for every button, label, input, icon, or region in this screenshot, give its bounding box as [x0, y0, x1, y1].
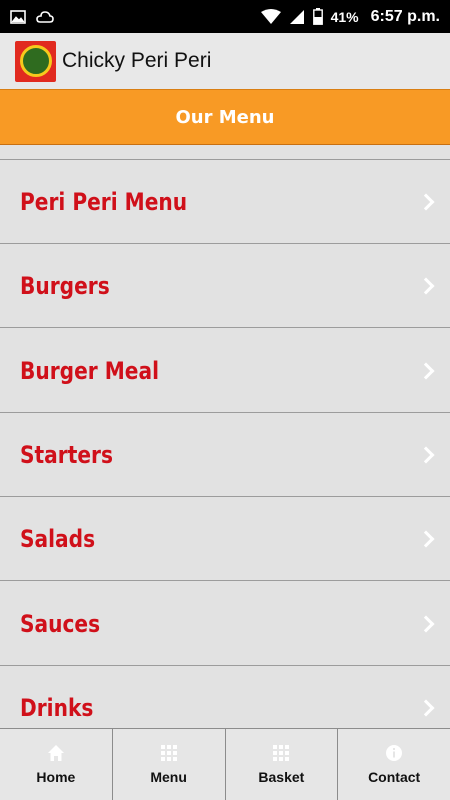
- nav-home[interactable]: Home: [0, 729, 113, 800]
- menu-item-salads[interactable]: Salads: [0, 497, 450, 581]
- info-icon: [386, 745, 403, 761]
- menu-item-starters[interactable]: Starters: [0, 413, 450, 497]
- nav-basket-label: Basket: [258, 769, 305, 785]
- app-logo-icon: [15, 40, 56, 82]
- chevron-right-icon: [417, 615, 435, 632]
- battery-percentage: 41%: [330, 8, 359, 25]
- chevron-right-icon: [417, 193, 435, 210]
- bottom-navigation: Home Menu Basket Contact: [0, 728, 450, 800]
- status-bar: 41% 6:57 p.m.: [0, 0, 450, 33]
- nav-home-label: Home: [36, 769, 76, 785]
- nav-basket[interactable]: Basket: [226, 729, 339, 800]
- menu-item-label: Burger Meal: [20, 356, 159, 385]
- page-title-bar: Our Menu: [0, 89, 450, 145]
- grid-icon: [160, 745, 177, 761]
- chevron-right-icon: [417, 699, 435, 716]
- chevron-right-icon: [417, 446, 435, 463]
- menu-item-label: Salads: [20, 524, 96, 553]
- cloud-notification-icon: [36, 10, 54, 23]
- home-icon: [47, 745, 64, 761]
- menu-item-label: Peri Peri Menu: [20, 187, 188, 216]
- menu-item-label: Burgers: [20, 271, 110, 300]
- menu-item-label: Drinks: [20, 693, 94, 722]
- status-bar-notifications: [10, 9, 54, 24]
- menu-list: Peri Peri Menu Burgers Burger Meal Start…: [0, 145, 450, 728]
- menu-item-burger-meal[interactable]: Burger Meal: [0, 329, 450, 413]
- menu-item-peri-peri-menu[interactable]: Peri Peri Menu: [0, 160, 450, 244]
- battery-icon: [312, 8, 323, 25]
- page-title: Our Menu: [175, 106, 275, 128]
- clock: 6:57 p.m.: [370, 7, 440, 25]
- signal-icon: [289, 9, 304, 24]
- wifi-icon: [260, 8, 281, 24]
- menu-item-label: Sauces: [20, 609, 101, 638]
- chevron-right-icon: [417, 362, 435, 379]
- nav-menu[interactable]: Menu: [113, 729, 226, 800]
- nav-contact-label: Contact: [368, 769, 421, 785]
- app-title: Chicky Peri Peri: [62, 49, 212, 72]
- menu-item-sauces[interactable]: Sauces: [0, 582, 450, 666]
- status-bar-system: 41% 6:57 p.m.: [260, 7, 440, 26]
- menu-item-drinks[interactable]: Drinks: [0, 666, 450, 728]
- chevron-right-icon: [417, 530, 435, 547]
- menu-item-label: Starters: [20, 440, 113, 469]
- nav-menu-label: Menu: [150, 769, 187, 785]
- menu-item-burgers[interactable]: Burgers: [0, 244, 450, 328]
- app-bar: Chicky Peri Peri: [0, 33, 450, 89]
- nav-contact[interactable]: Contact: [338, 729, 450, 800]
- grid-icon: [273, 745, 290, 761]
- chevron-right-icon: [417, 277, 435, 294]
- image-notification-icon: [10, 9, 26, 24]
